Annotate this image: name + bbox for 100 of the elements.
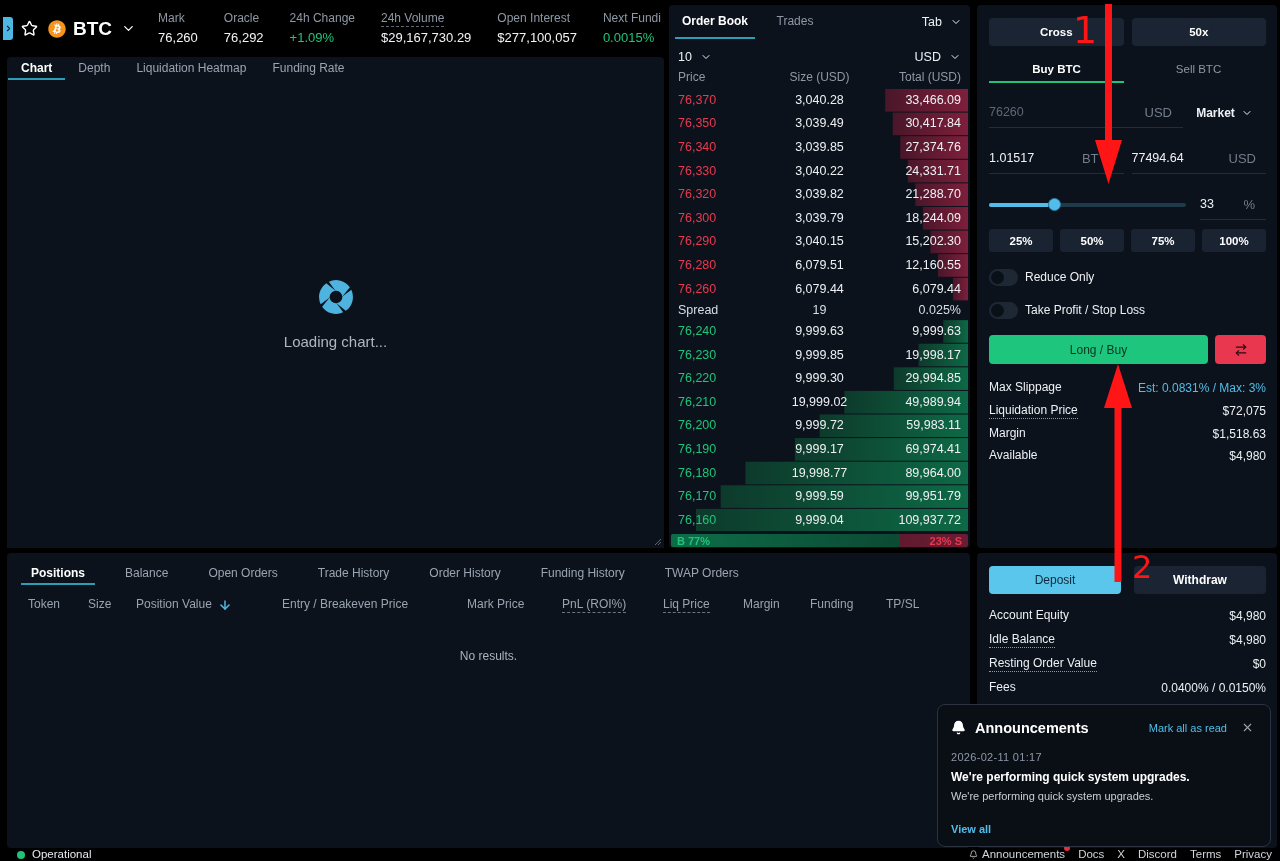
toggle-label: Reduce Only bbox=[1025, 270, 1095, 284]
buy-ratio-label: B 77% bbox=[677, 535, 711, 547]
sidebar-toggle-button[interactable] bbox=[3, 17, 13, 40]
positions-tab[interactable]: Trade History bbox=[307, 562, 400, 585]
unit-label: USD bbox=[1228, 150, 1256, 166]
detail-value: $4,980 bbox=[1229, 449, 1266, 464]
view-all-link[interactable]: View all bbox=[951, 822, 992, 836]
notional-input[interactable]: 77494.64 bbox=[1131, 151, 1229, 165]
account-label: Resting Order Value bbox=[989, 656, 1097, 672]
detail-label: Max Slippage bbox=[989, 380, 1062, 397]
column-header: Funding bbox=[810, 597, 854, 613]
column-header: Size bbox=[88, 597, 112, 613]
star-icon[interactable] bbox=[21, 20, 38, 37]
detail-label: Liquidation Price bbox=[989, 403, 1078, 420]
slider-thumb[interactable] bbox=[1047, 197, 1061, 211]
bitcoin-icon bbox=[48, 19, 66, 38]
column-header: PnL (ROI%) bbox=[562, 597, 627, 613]
column-header: Margin bbox=[743, 597, 780, 613]
preset-button[interactable]: 75% bbox=[1131, 229, 1195, 252]
column-header: Price bbox=[678, 70, 706, 84]
toggle-switch[interactable] bbox=[989, 268, 1018, 286]
positions-tab[interactable]: Funding History bbox=[530, 562, 635, 585]
currency-dropdown[interactable]: USD bbox=[914, 50, 961, 64]
order-type-dropdown[interactable]: Market bbox=[1183, 97, 1266, 128]
chart-tab[interactable]: Funding Rate bbox=[259, 57, 358, 80]
stat-label: Open Interest bbox=[497, 11, 571, 27]
stat-value: 0.0015% bbox=[602, 29, 655, 46]
price-input[interactable]: 76260 bbox=[989, 105, 1145, 119]
preset-button[interactable]: 25% bbox=[989, 229, 1053, 252]
column-header: Total (USD) bbox=[899, 70, 961, 84]
market-selector[interactable]: BTC bbox=[73, 17, 137, 40]
announcement-headline: We're performing quick system upgrades. bbox=[951, 769, 1191, 785]
unit-label: BT bbox=[1081, 150, 1099, 166]
column-header: Token bbox=[28, 597, 61, 613]
stat-value: 76,260 bbox=[158, 29, 198, 46]
account-value: 0.0400% / 0.0150% bbox=[1161, 681, 1266, 695]
side-tab[interactable]: Sell BTC bbox=[1131, 57, 1266, 83]
loading-icon bbox=[317, 278, 354, 315]
account-label: Fees bbox=[989, 680, 1016, 696]
column-header: TP/SL bbox=[886, 597, 920, 613]
stat-label: 24h Volume bbox=[381, 11, 445, 27]
unit-label: USD bbox=[1144, 104, 1172, 120]
detail-label: Margin bbox=[989, 425, 1026, 442]
preset-button[interactable]: 50% bbox=[1060, 229, 1124, 252]
chart-tab[interactable]: Liquidation Heatmap bbox=[123, 57, 260, 80]
grouping-dropdown[interactable]: 10 bbox=[678, 50, 712, 64]
resize-handle-icon[interactable] bbox=[655, 539, 661, 545]
swap-icon bbox=[1233, 342, 1248, 357]
account-label: Account Equity bbox=[989, 608, 1070, 624]
account-label: Idle Balance bbox=[989, 632, 1056, 648]
column-header: Size (USD) bbox=[789, 70, 850, 84]
stat-value: $29,167,730.29 bbox=[381, 29, 472, 46]
mark-all-read-link[interactable]: Mark all as read bbox=[1148, 721, 1227, 734]
footer-link[interactable]: Docs bbox=[1078, 848, 1105, 861]
detail-value: $72,075 bbox=[1222, 404, 1266, 419]
column-header: Position Value bbox=[136, 597, 212, 613]
chart-tab[interactable]: Chart bbox=[8, 57, 66, 80]
sell-ratio-label: 23% S bbox=[929, 535, 962, 547]
order-book-tab[interactable]: Trades bbox=[755, 5, 835, 39]
positions-tab[interactable]: Positions bbox=[21, 562, 95, 585]
account-value: $4,980 bbox=[1229, 633, 1266, 647]
percent-input[interactable]: 33 bbox=[1200, 197, 1244, 211]
status-text: Operational bbox=[32, 848, 92, 861]
column-header: Entry / Breakeven Price bbox=[282, 597, 409, 613]
close-icon[interactable] bbox=[1241, 721, 1254, 734]
footer-link[interactable]: Terms bbox=[1190, 848, 1222, 861]
detail-value: Est: 0.0831% / Max: 3% bbox=[1137, 381, 1266, 396]
order-book-tab[interactable]: Order Book bbox=[675, 5, 755, 39]
footer-link[interactable]: Announcements bbox=[982, 848, 1066, 861]
toggle-label: Take Profit / Stop Loss bbox=[1025, 303, 1146, 317]
footer-link[interactable]: Discord bbox=[1138, 848, 1177, 861]
account-value: $4,980 bbox=[1229, 609, 1266, 623]
empty-state-text: No results. bbox=[459, 649, 518, 663]
account-button[interactable]: Deposit bbox=[989, 566, 1121, 594]
unit-label: % bbox=[1243, 196, 1255, 212]
positions-tab[interactable]: TWAP Orders bbox=[654, 562, 749, 585]
toggle-switch[interactable] bbox=[989, 301, 1018, 319]
positions-tab[interactable]: Balance bbox=[115, 562, 179, 585]
announcement-body: We're performing quick system upgrades. bbox=[951, 789, 1155, 803]
positions-tab[interactable]: Open Orders bbox=[198, 562, 288, 585]
footer-link[interactable]: Privacy bbox=[1234, 848, 1272, 861]
view-menu-dropdown[interactable]: Tab bbox=[921, 5, 962, 39]
bell-icon bbox=[951, 720, 966, 735]
status-dot bbox=[17, 850, 25, 859]
leverage-button[interactable]: 50x bbox=[1131, 18, 1266, 46]
stat-value: $277,100,057 bbox=[497, 29, 577, 46]
positions-tab[interactable]: Order History bbox=[419, 562, 511, 585]
slider-fill bbox=[989, 202, 1048, 207]
account-value: $0 bbox=[1252, 657, 1266, 671]
detail-label: Available bbox=[989, 448, 1038, 465]
preset-button[interactable]: 100% bbox=[1202, 229, 1266, 252]
column-header: Liq Price bbox=[663, 597, 710, 613]
stat-value: 76,292 bbox=[223, 29, 264, 46]
detail-value: $1,518.63 bbox=[1212, 426, 1266, 441]
long-buy-button[interactable]: Long / Buy bbox=[989, 335, 1208, 364]
chart-tab[interactable]: Depth bbox=[65, 57, 124, 80]
footer-link[interactable]: X bbox=[1117, 848, 1125, 861]
size-input[interactable]: 1.01517 bbox=[989, 151, 1082, 165]
popup-title: Announcements bbox=[975, 719, 1089, 736]
swap-button[interactable] bbox=[1215, 335, 1266, 364]
